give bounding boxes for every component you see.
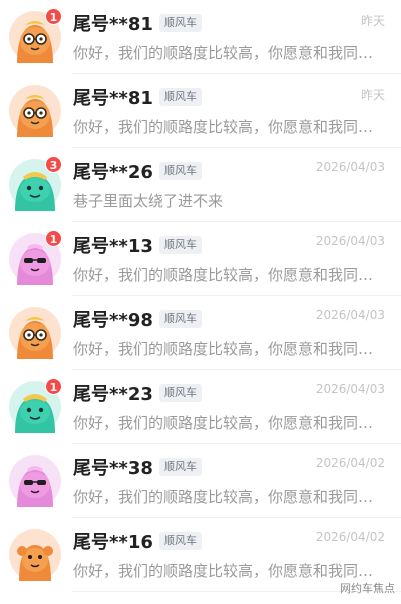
contact-name: 尾号**23 [73,384,153,405]
conversation-list: 1 尾号**81 顺风车 昨天 你好，我们的顺路度比较高，你愿意和我同行吗？ 尾号**8… [0,0,401,592]
service-tag: 顺风车 [159,88,202,106]
contact-name: 尾号**81 [73,14,153,35]
unread-badge: 1 [45,230,62,247]
message-preview: 你好，我们的顺路度比较高，你愿意和我同行吗？ [73,266,385,284]
service-tag: 顺风车 [159,310,202,328]
contact-name: 尾号**38 [73,458,153,479]
conversation-row[interactable]: 尾号**81 顺风车 昨天你好，我们的顺路度比较高，你愿意和我同行吗？ [0,74,401,148]
avatar[interactable] [9,85,61,137]
avatar[interactable] [9,455,61,507]
message-preview: 你好，我们的顺路度比较高，你愿意和我同行吗？ [73,118,385,136]
conversation-row[interactable]: 3 尾号**26 顺风车 2026/04/03 巷子里面太绕了进不来 [0,148,401,222]
avatar[interactable] [9,529,61,581]
watermark: 网约车焦点 [340,582,395,595]
timestamp: 2026/04/03 [315,234,385,248]
service-tag: 顺风车 [159,162,202,180]
conversation-row[interactable]: 尾号**98 顺风车 2026/04/03 你好，我们的顺路度比较高，你愿意和我同行吗… [0,296,401,370]
timestamp: 昨天 [360,88,385,102]
contact-name: 尾号**16 [73,532,153,553]
unread-badge: 3 [45,156,62,173]
contact-name: 尾号**26 [73,162,153,183]
message-preview: 你好，我们的顺路度比较高，你愿意和我同行吗？ [73,414,385,432]
contact-name: 尾号**81 [73,88,153,109]
service-tag: 顺风车 [159,532,202,550]
service-tag: 顺风车 [159,236,202,254]
timestamp: 昨天 [360,14,385,28]
message-preview: 你好，我们的顺路度比较高，你愿意和我同行吗？ [73,562,385,580]
service-tag: 顺风车 [159,458,202,476]
contact-name: 尾号**98 [73,310,153,331]
service-tag: 顺风车 [159,14,202,32]
service-tag: 顺风车 [159,384,202,402]
conversation-row[interactable]: 1 尾号**23 顺风车 2026/04/03 你好，我们的顺路度比较高，你愿意和我同行… [0,370,401,444]
avatar[interactable] [9,307,61,359]
message-preview: 巷子里面太绕了进不来 [73,192,224,210]
message-preview: 你好，我们的顺路度比较高，你愿意和我同行吗？ [73,340,385,358]
timestamp: 2026/04/02 [315,530,385,544]
conversation-row[interactable]: 1 尾号**81 顺风车 昨天你好，我们的顺路度比较高，你愿意和我同行吗？ [0,0,401,74]
unread-badge: 1 [45,378,62,395]
timestamp: 2026/04/03 [315,160,385,174]
timestamp: 2026/04/03 [315,382,385,396]
message-preview: 你好，我们的顺路度比较高，你愿意和我同行吗？ [73,488,385,506]
contact-name: 尾号**13 [73,236,153,257]
conversation-row[interactable]: 尾号**38 顺风车 2026/04/02 你好，我们的顺路度比较高，你愿意和我同行吗… [0,444,401,518]
timestamp: 2026/04/02 [315,456,385,470]
unread-badge: 1 [45,8,62,25]
timestamp: 2026/04/03 [315,308,385,322]
conversation-row[interactable]: 1 尾号**13 顺风车 2026/04/03 你好，我们的顺路度比较高，你愿意和我同行… [0,222,401,296]
message-preview: 你好，我们的顺路度比较高，你愿意和我同行吗？ [73,44,385,62]
